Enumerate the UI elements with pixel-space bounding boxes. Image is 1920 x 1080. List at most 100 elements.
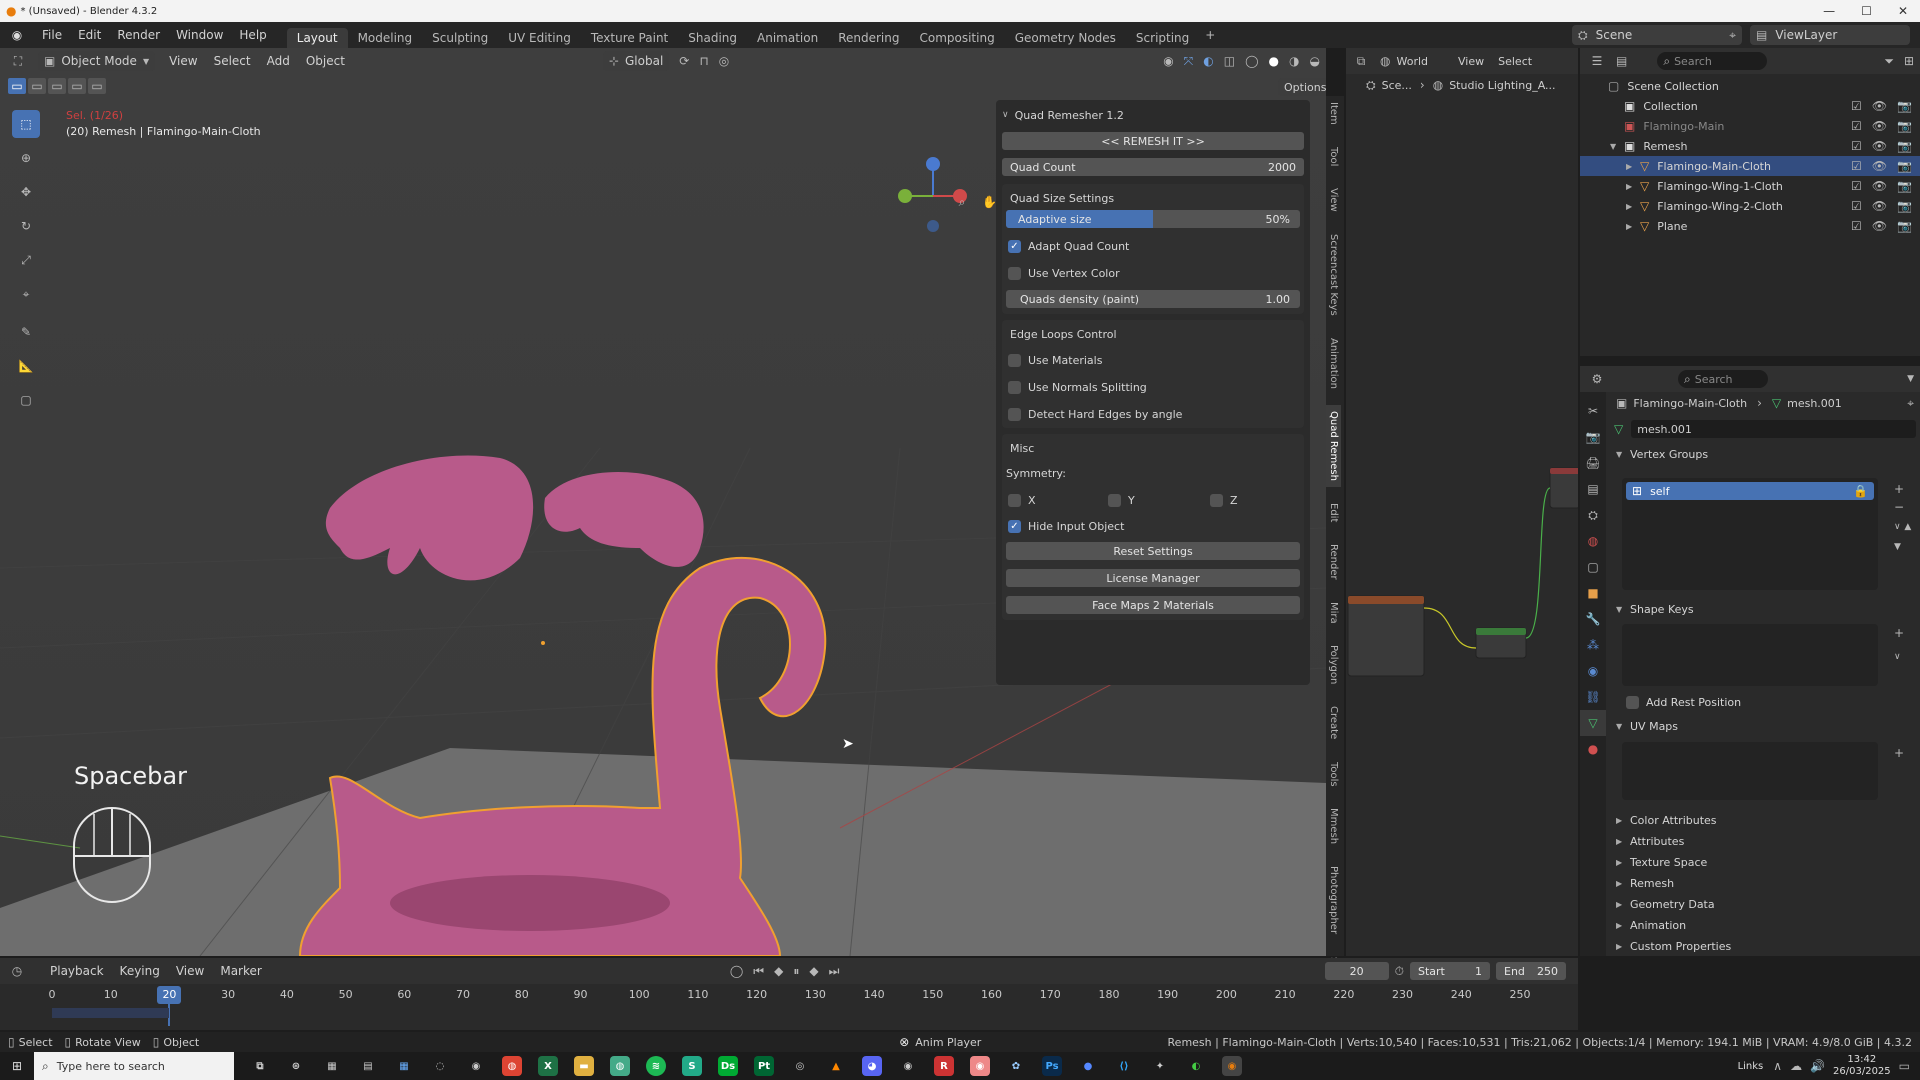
adapt-quad-count-checkbox[interactable]: ✓ Adapt Quad Count (1006, 236, 1300, 256)
blender-task-icon[interactable]: ◉ (1222, 1056, 1242, 1076)
tab-rendering[interactable]: Rendering (828, 28, 909, 48)
chrome-alt-icon[interactable]: ◍ (610, 1056, 630, 1076)
editor-type-icon[interactable]: ⚙ (1586, 372, 1608, 386)
rotate-icon[interactable]: ↻ (12, 212, 40, 240)
quad-count-field[interactable]: Quad Count 2000 (1002, 158, 1304, 176)
eye-icon[interactable]: 👁 (1872, 99, 1887, 113)
lock-icon[interactable]: 🔒 (1853, 484, 1868, 498)
symmetry-x-checkbox[interactable]: X (1006, 493, 1108, 507)
app4-icon[interactable]: ● (1078, 1056, 1098, 1076)
mesh-datablock[interactable]: ▽ mesh.001 (1608, 418, 1920, 440)
menu-window[interactable]: Window (168, 28, 231, 42)
scene-tab-icon[interactable]: ⛭ (1580, 502, 1606, 528)
volume-icon[interactable]: 🔊 (1810, 1059, 1825, 1073)
add-cube-icon[interactable]: ▢ (12, 386, 40, 414)
file-explorer-icon[interactable]: ▬ (574, 1056, 594, 1076)
timeline-menu-keying[interactable]: Keying (112, 964, 168, 978)
overlay-icon[interactable]: ◐ (1203, 54, 1213, 68)
world-tab-icon[interactable]: ◍ (1580, 528, 1606, 554)
transform-icon[interactable]: ⌖ (12, 280, 40, 308)
material-shading-icon[interactable]: ◑ (1289, 54, 1299, 68)
add-rest-position-checkbox[interactable]: Add Rest Position (1626, 692, 1741, 712)
collection-tab-icon[interactable]: ▢ (1580, 554, 1606, 580)
symmetry-y-checkbox[interactable]: Y (1108, 493, 1210, 507)
checkbox-icon[interactable]: ☑ (1851, 179, 1862, 193)
properties-search[interactable]: ⌕ Search (1678, 370, 1768, 388)
calculator-icon[interactable]: ▦ (394, 1056, 414, 1076)
tab-geometry-nodes[interactable]: Geometry Nodes (1005, 28, 1126, 48)
sidebar-tab-tools[interactable]: Tools (1326, 756, 1341, 793)
notification-icon[interactable]: ▭ (1899, 1059, 1910, 1073)
viewport-menu-add[interactable]: Add (259, 54, 298, 68)
taskbar-search[interactable]: ⌕ Type here to search (34, 1052, 234, 1080)
adaptive-size-slider[interactable]: Adaptive size 50% (1006, 210, 1300, 228)
node-editor[interactable]: ⧉ ◍ World View Select ⛭ Sce... › ◍ Studi… (1346, 48, 1578, 956)
use-vertex-color-checkbox[interactable]: Use Vertex Color (1006, 263, 1300, 283)
license-manager-button[interactable]: License Manager (1006, 569, 1300, 587)
sidebar-tab-animation[interactable]: Animation (1326, 332, 1341, 395)
constraints-tab-icon[interactable]: ⛓ (1580, 684, 1606, 710)
sidebar-tab-create[interactable]: Create (1326, 700, 1341, 745)
checkbox-icon[interactable]: ☑ (1851, 219, 1862, 233)
browser-icon[interactable]: ◌ (430, 1056, 450, 1076)
camera-icon[interactable]: 📷 (1897, 179, 1912, 193)
pivot-icon[interactable]: ⟳ (679, 54, 689, 68)
panel-header[interactable]: ∨ Quad Remesher 1.2 (1000, 104, 1306, 126)
wechat-icon[interactable]: ◐ (1186, 1056, 1206, 1076)
outliner-item-flamingo-wing-1-cloth[interactable]: ▶ ▽ Flamingo-Wing-1-Cloth ☑ 👁 📷 (1580, 176, 1920, 196)
camera-icon[interactable]: 📷 (1897, 139, 1912, 153)
remesh-button[interactable]: << REMESH IT >> (1002, 132, 1304, 150)
timeline-menu-marker[interactable]: Marker (212, 964, 269, 978)
vertex-groups-header[interactable]: ▼ Vertex Groups (1608, 444, 1920, 465)
eye-icon[interactable]: 👁 (1872, 199, 1887, 213)
select-box-icon[interactable]: ⬚ (12, 110, 40, 138)
section-attributes[interactable]: ▶ Attributes (1608, 831, 1920, 852)
checkbox-icon[interactable]: ☑ (1851, 119, 1862, 133)
vscode-icon[interactable]: ⟨⟩ (1114, 1056, 1134, 1076)
checkbox-icon[interactable]: ☑ (1851, 139, 1862, 153)
material-tab-icon[interactable]: ● (1580, 736, 1606, 762)
tab-texture-paint[interactable]: Texture Paint (581, 28, 678, 48)
rstudio-icon[interactable]: R (934, 1056, 954, 1076)
calendar-icon[interactable]: ▤ (358, 1056, 378, 1076)
eye-icon[interactable]: 👁 (1872, 179, 1887, 193)
blender-menu-icon[interactable]: ◉ (0, 28, 34, 42)
uv-maps-header[interactable]: ▼ UV Maps (1608, 716, 1678, 737)
menu-edit[interactable]: Edit (70, 28, 109, 42)
solid-shading-icon[interactable]: ● (1269, 54, 1279, 68)
transform-orientation[interactable]: ⊹ Global (602, 51, 670, 71)
excel-icon[interactable]: X (538, 1056, 558, 1076)
select-intersect-icon[interactable]: ▭ (88, 78, 106, 94)
windows-start-icon[interactable]: ⊞ (0, 1059, 34, 1073)
current-frame-field[interactable]: 20 (1324, 962, 1389, 980)
detect-hard-edges-checkbox[interactable]: Detect Hard Edges by angle (1006, 404, 1300, 424)
eye-icon[interactable]: 👁 (1872, 119, 1887, 133)
pause-icon[interactable]: ⏸ (793, 964, 799, 979)
camera-icon[interactable]: 📷 (1897, 219, 1912, 233)
end-frame-field[interactable]: End 250 (1496, 962, 1566, 980)
vlc-icon[interactable]: ▲ (826, 1056, 846, 1076)
viewport-menu-select[interactable]: Select (206, 54, 259, 68)
chevron-down-icon[interactable]: ∨ (1894, 516, 1901, 538)
timeline-menu-playback[interactable]: Playback (42, 964, 112, 978)
vertex-group-item[interactable]: ⊞ self 🔒 (1626, 482, 1874, 500)
task-view-icon[interactable]: ⧉ (250, 1056, 270, 1076)
select-new-icon[interactable]: ▭ (8, 78, 26, 94)
keyframe-next-icon[interactable]: ◆ (809, 964, 818, 978)
section-color-attributes[interactable]: ▶ Color Attributes (1608, 810, 1920, 831)
outliner-item-flamingo-main-cloth[interactable]: ▶ ▽ Flamingo-Main-Cloth ☑ 👁 📷 (1580, 156, 1920, 176)
use-normals-splitting-checkbox[interactable]: Use Normals Splitting (1006, 377, 1300, 397)
outliner-item-scene-collection[interactable]: ▢ Scene Collection (1580, 76, 1920, 96)
timeline-menu-view[interactable]: View (168, 964, 212, 978)
proportional-edit-icon[interactable]: ◎ (719, 54, 729, 68)
sidebar-tab-polygon[interactable]: Polygon (1326, 639, 1341, 690)
select-subtract-icon[interactable]: ▭ (48, 78, 66, 94)
sidebar-tab-photographer[interactable]: Photographer (1326, 860, 1341, 940)
obs-icon[interactable]: ◉ (898, 1056, 918, 1076)
particles-tab-icon[interactable]: ⁂ (1580, 632, 1606, 658)
discord-icon[interactable]: ◕ (862, 1056, 882, 1076)
minimize-icon[interactable]: — (1823, 4, 1835, 18)
sidebar-tab-tool[interactable]: Tool (1326, 141, 1341, 172)
network-icon[interactable]: ☁ (1790, 1059, 1802, 1073)
steam-icon[interactable]: ◉ (466, 1056, 486, 1076)
